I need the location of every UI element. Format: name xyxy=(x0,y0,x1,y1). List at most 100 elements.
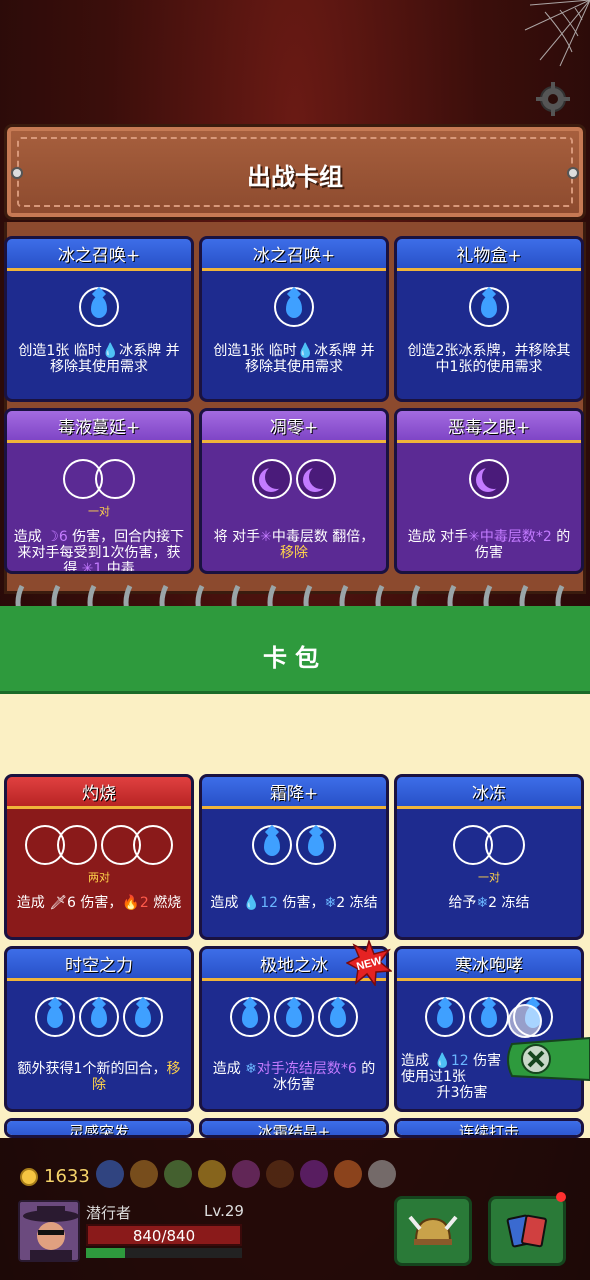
hp-text: 840/840 xyxy=(132,1227,196,1245)
pack-card-partial[interactable]: 连续打击 xyxy=(394,1118,584,1138)
relic-icon[interactable] xyxy=(130,1160,158,1188)
player-level: Lv.29 xyxy=(204,1202,244,1220)
card-name: 毒液蔓延+ xyxy=(7,411,191,443)
card-cost xyxy=(202,825,386,865)
pack-card[interactable]: 灼烧 两对 造成 🗡6 伤害，🔥2 燃烧 xyxy=(4,774,194,940)
touch-cursor xyxy=(508,1004,542,1038)
card-name: 寒冰咆哮 xyxy=(397,949,581,981)
relic-icon[interactable] xyxy=(300,1160,328,1188)
card-name: 连续打击 xyxy=(397,1121,581,1135)
relic-icon[interactable] xyxy=(334,1160,362,1188)
pack-card[interactable]: 霜降+ 造成 💧12 伤害，❄2 冻结 xyxy=(199,774,389,940)
water-drop-icon xyxy=(274,287,314,327)
card-name: 恶毒之眼+ xyxy=(397,411,581,443)
cards-button[interactable] xyxy=(488,1196,566,1266)
water-drop-icon xyxy=(274,997,314,1037)
card-description: 将 对手✳中毒层数 翻倍， 移除 xyxy=(213,529,375,561)
deck-card[interactable]: 冰之召唤+ 创造1张 临时💧冰系牌 并移除其使用需求 xyxy=(199,236,389,402)
pair-label: 一对 xyxy=(478,871,500,884)
deck-card[interactable]: 毒液蔓延+ 一对 造成 ☽6 伤害，回合内接下来对手每受到1次伤害，获得 ✳1 … xyxy=(4,408,194,574)
relic-icon[interactable] xyxy=(232,1160,260,1188)
water-drop-icon xyxy=(425,997,465,1037)
pack-card-grid: 灼烧 两对 造成 🗡6 伤害，🔥2 燃烧 霜降+ 造成 💧12 伤害，❄2 冻结… xyxy=(4,774,584,1138)
card-cost xyxy=(397,287,581,327)
deck-card[interactable]: 凋零+ 将 对手✳中毒层数 翻倍， 移除 xyxy=(199,408,389,574)
pair-label: 一对 xyxy=(88,505,110,518)
xp-bar-fill xyxy=(86,1248,125,1258)
card-name: 时空之力 xyxy=(7,949,191,981)
pack-header: 卡包 xyxy=(0,606,590,694)
card-cost xyxy=(397,997,581,1037)
hp-bar: 840/840 xyxy=(86,1224,242,1246)
deck-card[interactable]: 恶毒之眼+ 造成 对手✳中毒层数*2 的伤害 xyxy=(394,408,584,574)
xp-bar xyxy=(86,1248,242,1258)
new-badge: NEW xyxy=(345,938,393,988)
pack-card[interactable]: 冰冻 一对 给予❄2 冻结 xyxy=(394,774,584,940)
moon-icon xyxy=(469,459,509,499)
notification-dot xyxy=(556,1192,566,1202)
card-cost xyxy=(397,459,581,499)
relic-icon[interactable] xyxy=(266,1160,294,1188)
deck-card[interactable]: 冰之召唤+ 创造1张 临时💧冰系牌 并移除其使用需求 xyxy=(4,236,194,402)
settings-gear-icon[interactable] xyxy=(536,82,570,116)
empty-slot-icon xyxy=(485,825,525,865)
pack-card-partial[interactable]: 冰霜结晶+ xyxy=(199,1118,389,1138)
card-cost xyxy=(7,459,191,499)
card-name: 灼烧 xyxy=(7,777,191,809)
water-drop-icon xyxy=(35,997,75,1037)
relic-icon[interactable] xyxy=(164,1160,192,1188)
card-cost xyxy=(7,825,191,865)
card-description: 创造1张 临时💧冰系牌 并移除其使用需求 xyxy=(18,343,180,375)
gold-amount: 1633 xyxy=(44,1166,90,1187)
card-cost xyxy=(7,997,191,1037)
card-cost xyxy=(202,287,386,327)
empty-slot-icon xyxy=(95,459,135,499)
moon-icon xyxy=(252,459,292,499)
water-drop-icon xyxy=(469,997,509,1037)
card-cost xyxy=(7,287,191,327)
water-drop-icon xyxy=(469,287,509,327)
relic-icon[interactable] xyxy=(368,1160,396,1188)
relic-icon[interactable] xyxy=(96,1160,124,1188)
helmet-icon xyxy=(408,1215,458,1245)
cobweb-decoration xyxy=(524,0,590,67)
pack-card[interactable]: 寒冰咆哮 造成 💧12 伤害 使用过1张 升3伤害 xyxy=(394,946,584,1112)
player-avatar[interactable] xyxy=(18,1200,80,1262)
water-drop-icon xyxy=(230,997,270,1037)
card-name: 灵感突发 xyxy=(7,1121,191,1135)
card-cost xyxy=(202,997,386,1037)
pack-card-partial[interactable]: 灵感突发 xyxy=(4,1118,194,1138)
water-drop-icon xyxy=(252,825,292,865)
card-description: 创造1张 临时💧冰系牌 并移除其使用需求 xyxy=(213,343,375,375)
pack-title: 卡包 xyxy=(263,644,327,672)
card-name: 霜降+ xyxy=(202,777,386,809)
coin-icon xyxy=(20,1167,38,1186)
card-name: 冰霜结晶+ xyxy=(202,1121,386,1135)
card-cost xyxy=(202,459,386,499)
empty-slot-icon xyxy=(57,825,97,865)
pair-label: 两对 xyxy=(88,871,110,884)
pack-card[interactable]: 时空之力 额外获得1个新的回合，移除 xyxy=(4,946,194,1112)
deck-card-grid: 冰之召唤+ 创造1张 临时💧冰系牌 并移除其使用需求 冰之召唤+ 创造1张 临时… xyxy=(4,236,584,574)
card-description: 造成 🗡6 伤害，🔥2 燃烧 xyxy=(16,895,182,911)
card-description: 造成 ☽6 伤害，回合内接下来对手每受到1次伤害，获得 ✳1 中毒 xyxy=(13,529,185,574)
card-description: 给予❄2 冻结 xyxy=(448,895,530,911)
card-name: 凋零+ xyxy=(202,411,386,443)
water-drop-icon xyxy=(123,997,163,1037)
deck-banner: 出战卡组 xyxy=(4,124,586,220)
card-description: 额外获得1个新的回合，移除 xyxy=(17,1061,181,1093)
relic-icon[interactable] xyxy=(198,1160,226,1188)
water-drop-icon xyxy=(79,287,119,327)
card-description: 创造2张冰系牌，并移除其中1张的使用需求 xyxy=(407,343,571,375)
deck-title: 出战卡组 xyxy=(247,163,343,191)
card-name: 冰冻 xyxy=(397,777,581,809)
moon-icon xyxy=(296,459,336,499)
card-name: 礼物盒+ xyxy=(397,239,581,271)
card-description: 造成 💧12 伤害，❄2 冻结 xyxy=(210,895,378,911)
water-drop-icon xyxy=(318,997,358,1037)
close-button[interactable] xyxy=(504,1034,590,1084)
deck-card[interactable]: 礼物盒+ 创造2张冰系牌，并移除其中1张的使用需求 xyxy=(394,236,584,402)
relic-bar xyxy=(96,1160,396,1188)
water-drop-icon xyxy=(296,825,336,865)
helmet-button[interactable] xyxy=(394,1196,472,1266)
